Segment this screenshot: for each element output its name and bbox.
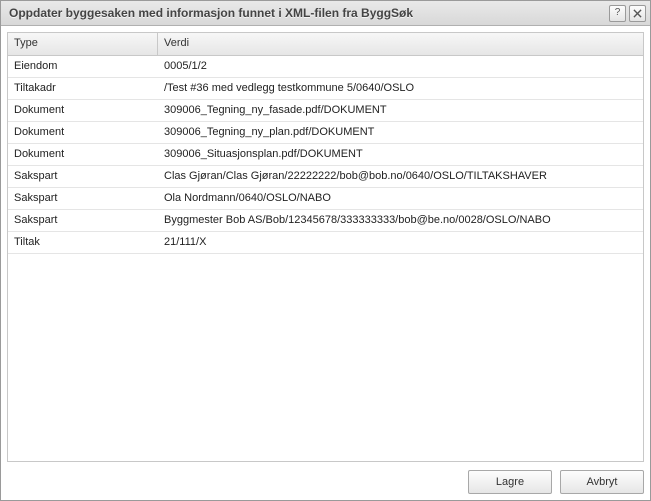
table-row[interactable]: Tiltak21/111/X [8, 232, 643, 254]
table-row[interactable]: Dokument309006_Tegning_ny_fasade.pdf/DOK… [8, 100, 643, 122]
cell-type: Dokument [8, 100, 158, 121]
cell-value: /Test #36 med vedlegg testkommune 5/0640… [158, 78, 643, 99]
table-row[interactable]: Eiendom0005/1/2 [8, 56, 643, 78]
cell-type: Tiltakadr [8, 78, 158, 99]
column-header-value[interactable]: Verdi [158, 33, 643, 55]
grid-header: Type Verdi [8, 33, 643, 56]
cancel-button[interactable]: Avbryt [560, 470, 644, 494]
table-row[interactable]: SakspartOla Nordmann/0640/OSLO/NABO [8, 188, 643, 210]
dialog-footer: Lagre Avbryt [7, 462, 644, 494]
close-icon [633, 9, 642, 18]
cell-type: Tiltak [8, 232, 158, 253]
cell-value: 309006_Tegning_ny_fasade.pdf/DOKUMENT [158, 100, 643, 121]
table-row[interactable]: Dokument309006_Situasjonsplan.pdf/DOKUME… [8, 144, 643, 166]
cell-type: Sakspart [8, 210, 158, 231]
grid-body: Eiendom0005/1/2Tiltakadr/Test #36 med ve… [8, 56, 643, 461]
help-icon: ? [615, 8, 621, 18]
table-row[interactable]: SakspartByggmester Bob AS/Bob/12345678/3… [8, 210, 643, 232]
close-button[interactable] [629, 5, 646, 22]
table-row[interactable]: Dokument309006_Tegning_ny_plan.pdf/DOKUM… [8, 122, 643, 144]
cell-value: Ola Nordmann/0640/OSLO/NABO [158, 188, 643, 209]
titlebar: Oppdater byggesaken med informasjon funn… [1, 1, 650, 26]
help-button[interactable]: ? [609, 5, 626, 22]
cell-value: Clas Gjøran/Clas Gjøran/22222222/bob@bob… [158, 166, 643, 187]
cell-type: Dokument [8, 122, 158, 143]
cell-value: 309006_Situasjonsplan.pdf/DOKUMENT [158, 144, 643, 165]
titlebar-button-group: ? [609, 5, 646, 22]
data-grid: Type Verdi Eiendom0005/1/2Tiltakadr/Test… [7, 32, 644, 462]
cell-value: 309006_Tegning_ny_plan.pdf/DOKUMENT [158, 122, 643, 143]
save-button[interactable]: Lagre [468, 470, 552, 494]
table-row[interactable]: SakspartClas Gjøran/Clas Gjøran/22222222… [8, 166, 643, 188]
dialog-body: Type Verdi Eiendom0005/1/2Tiltakadr/Test… [1, 26, 650, 500]
cell-value: 0005/1/2 [158, 56, 643, 77]
cell-type: Sakspart [8, 188, 158, 209]
cell-type: Sakspart [8, 166, 158, 187]
cell-type: Eiendom [8, 56, 158, 77]
dialog-window: Oppdater byggesaken med informasjon funn… [0, 0, 651, 501]
table-row[interactable]: Tiltakadr/Test #36 med vedlegg testkommu… [8, 78, 643, 100]
cell-value: 21/111/X [158, 232, 643, 253]
window-title: Oppdater byggesaken med informasjon funn… [9, 6, 609, 20]
cell-type: Dokument [8, 144, 158, 165]
cell-value: Byggmester Bob AS/Bob/12345678/333333333… [158, 210, 643, 231]
column-header-type[interactable]: Type [8, 33, 158, 55]
